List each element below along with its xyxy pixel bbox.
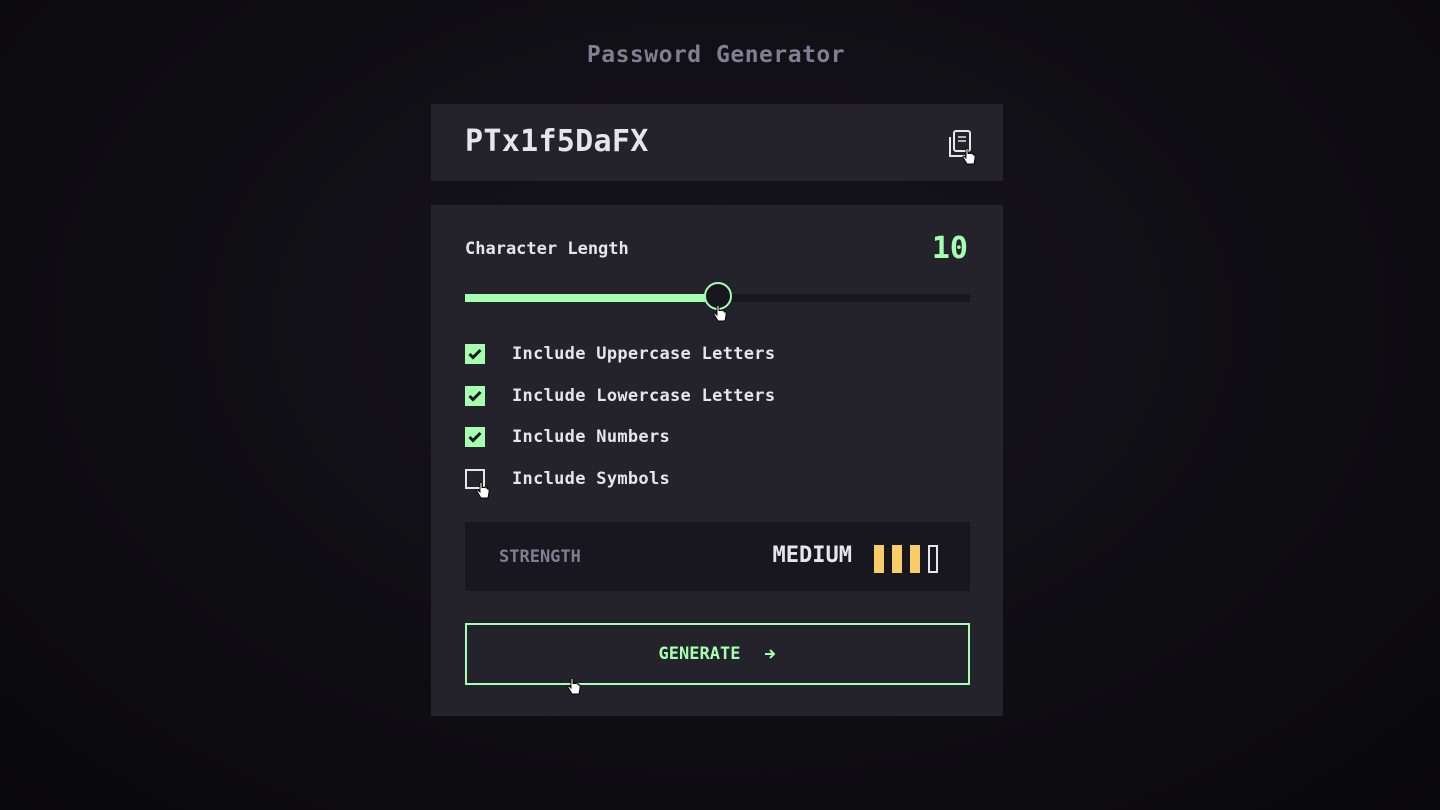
copy-button[interactable] (947, 130, 973, 158)
option-numbers[interactable]: Include Numbers (465, 426, 670, 448)
character-length-slider[interactable] (465, 282, 970, 310)
settings-panel: Character Length 10 Include Uppercase Le… (431, 205, 1003, 716)
option-label-lowercase: Include Lowercase Letters (512, 386, 776, 406)
strength-bar (910, 545, 920, 573)
password-output-panel: PTx1f5DaFX (431, 104, 1003, 181)
option-label-uppercase: Include Uppercase Letters (512, 344, 776, 364)
checkmark-icon (468, 348, 482, 360)
checkbox-numbers[interactable] (465, 427, 485, 447)
option-label-symbols: Include Symbols (512, 469, 671, 489)
strength-bar (928, 545, 938, 573)
slider-thumb[interactable] (704, 282, 732, 310)
checkbox-uppercase[interactable] (465, 344, 485, 364)
strength-value: MEDIUM (772, 543, 852, 568)
strength-label: STRENGTH (499, 547, 581, 567)
strength-bars (874, 545, 938, 573)
checkbox-symbols[interactable] (465, 469, 485, 489)
copy-icon[interactable] (947, 130, 973, 158)
character-length-value: 10 (931, 231, 968, 266)
option-label-numbers: Include Numbers (512, 427, 671, 447)
strength-bar (874, 545, 884, 573)
arrow-right-icon (765, 649, 776, 659)
slider-fill (465, 294, 718, 302)
option-symbols[interactable]: Include Symbols (465, 468, 670, 490)
checkmark-icon (468, 390, 482, 402)
password-generator-app: Password Generator PTx1f5DaFX Character … (0, 0, 1440, 810)
generate-button-label: GENERATE (658, 644, 741, 664)
option-lowercase[interactable]: Include Lowercase Letters (465, 385, 775, 407)
generate-button[interactable]: GENERATE (465, 623, 970, 685)
character-length-label: Character Length (465, 239, 629, 259)
checkmark-icon (468, 431, 482, 443)
strength-bar (892, 545, 902, 573)
checkbox-lowercase[interactable] (465, 386, 485, 406)
strength-meter: STRENGTH MEDIUM (465, 522, 970, 591)
app-title: Password Generator (586, 42, 846, 68)
generated-password: PTx1f5DaFX (465, 124, 649, 159)
option-uppercase[interactable]: Include Uppercase Letters (465, 343, 775, 365)
